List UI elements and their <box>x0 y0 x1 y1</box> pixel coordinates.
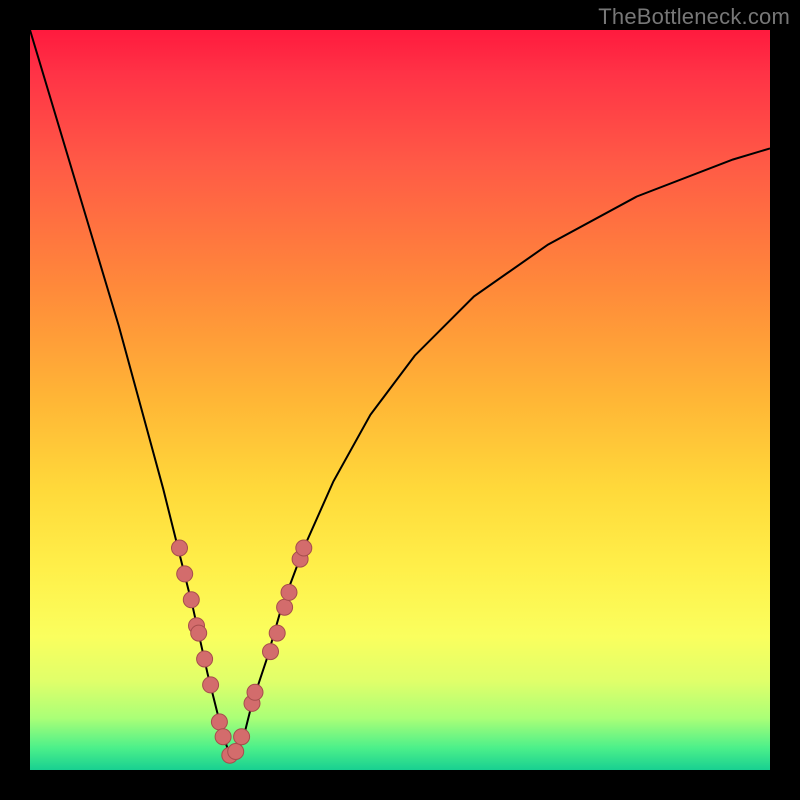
highlight-dot <box>281 584 297 600</box>
highlight-dot <box>296 540 312 556</box>
highlight-dot <box>211 714 227 730</box>
highlight-dot <box>215 729 231 745</box>
highlight-dot <box>234 729 250 745</box>
highlight-dot <box>183 592 199 608</box>
highlight-dots-group <box>172 540 312 763</box>
chart-overlay-svg <box>30 30 770 770</box>
highlight-dot <box>269 625 285 641</box>
bottleneck-curve <box>30 30 770 755</box>
highlight-dot <box>277 599 293 615</box>
watermark-text: TheBottleneck.com <box>598 4 790 30</box>
highlight-dot <box>172 540 188 556</box>
highlight-dot <box>177 566 193 582</box>
highlight-dot <box>197 651 213 667</box>
highlight-dot <box>203 677 219 693</box>
highlight-dot <box>263 644 279 660</box>
highlight-dot <box>191 625 207 641</box>
chart-frame: TheBottleneck.com <box>0 0 800 800</box>
highlight-dot <box>228 744 244 760</box>
highlight-dot <box>247 684 263 700</box>
